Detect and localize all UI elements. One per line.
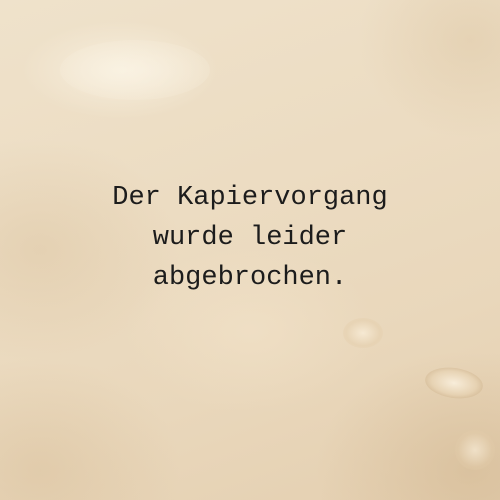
paper-highlight bbox=[60, 40, 210, 100]
paper-stain bbox=[455, 430, 495, 470]
message-line-2: wurde leider bbox=[152, 223, 348, 253]
message-line-3: abgebrochen. bbox=[152, 263, 348, 293]
typewritten-message: Der Kapiervorgang wurde leider abgebroch… bbox=[0, 178, 500, 298]
message-line-1: Der Kapiervorgang bbox=[112, 183, 388, 213]
paper-stain bbox=[343, 318, 383, 348]
paper-stain bbox=[423, 364, 485, 402]
